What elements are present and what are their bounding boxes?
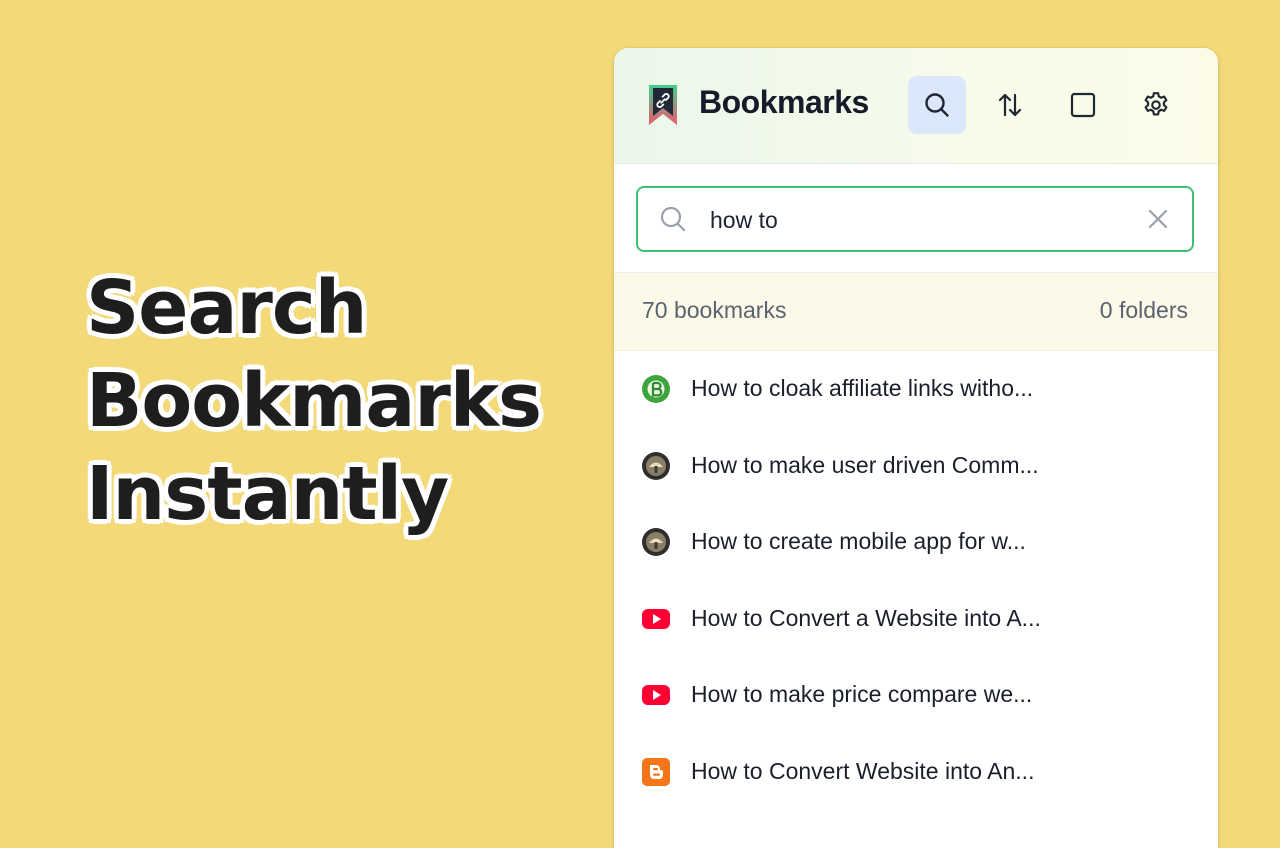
search-toggle-button[interactable] <box>908 76 966 134</box>
square-icon <box>1070 92 1096 118</box>
search-section <box>614 164 1218 273</box>
bookmarks-panel: Bookmarks how to 70 bookmarks 0 folders … <box>614 48 1218 848</box>
search-icon <box>925 93 949 117</box>
headline-line-1: Search <box>86 265 367 351</box>
dark-round-favicon-icon <box>642 528 670 556</box>
sort-button[interactable] <box>981 76 1039 134</box>
app-title: Bookmarks <box>699 84 869 120</box>
search-icon <box>660 206 686 232</box>
dark-round-favicon-icon <box>642 451 670 480</box>
bookmark-logo-icon <box>649 85 677 125</box>
blogger-favicon-icon <box>642 757 670 786</box>
youtube-favicon-icon <box>642 608 670 629</box>
bookmark-list: How to cloak affiliate links witho... Ho… <box>614 351 1218 810</box>
list-item[interactable]: How to Convert a Website into A... <box>614 581 1218 658</box>
sort-icon <box>998 93 1022 117</box>
search-input[interactable] <box>708 202 1132 238</box>
youtube-favicon-icon <box>642 685 670 705</box>
headline: Search Bookmarks Instantly <box>86 262 542 541</box>
bookmark-title: How to Convert a Website into A... <box>691 604 1041 631</box>
stats-bar: 70 bookmarks 0 folders <box>614 273 1218 351</box>
panel-header: Bookmarks <box>614 48 1218 164</box>
search-box <box>636 186 1194 252</box>
list-item[interactable]: How to create mobile app for w... <box>614 504 1218 581</box>
folder-count: 0 folders <box>1099 297 1188 323</box>
headline-line-2: Bookmarks <box>86 358 542 444</box>
bookmark-title: How to Convert Website into An... <box>691 757 1035 784</box>
bookmark-title: How to make user driven Comm... <box>691 451 1039 478</box>
bookmark-title: How to make price compare we... <box>691 681 1033 707</box>
bookmark-count: 70 bookmarks <box>642 297 787 323</box>
select-button[interactable] <box>1054 76 1112 134</box>
list-item[interactable]: How to Convert Website into An... <box>614 734 1218 811</box>
green-b-favicon-icon <box>642 375 670 403</box>
close-icon[interactable] <box>1146 207 1170 231</box>
settings-button[interactable] <box>1127 76 1185 134</box>
list-item[interactable]: How to make user driven Comm... <box>614 428 1218 505</box>
list-item[interactable]: How to cloak affiliate links witho... <box>614 351 1218 428</box>
headline-line-3: Instantly <box>86 451 449 537</box>
bookmark-title: How to create mobile app for w... <box>691 528 1026 554</box>
list-item[interactable]: How to make price compare we... <box>614 657 1218 734</box>
bookmark-title: How to cloak affiliate links witho... <box>691 375 1034 401</box>
gear-icon <box>1144 92 1168 116</box>
